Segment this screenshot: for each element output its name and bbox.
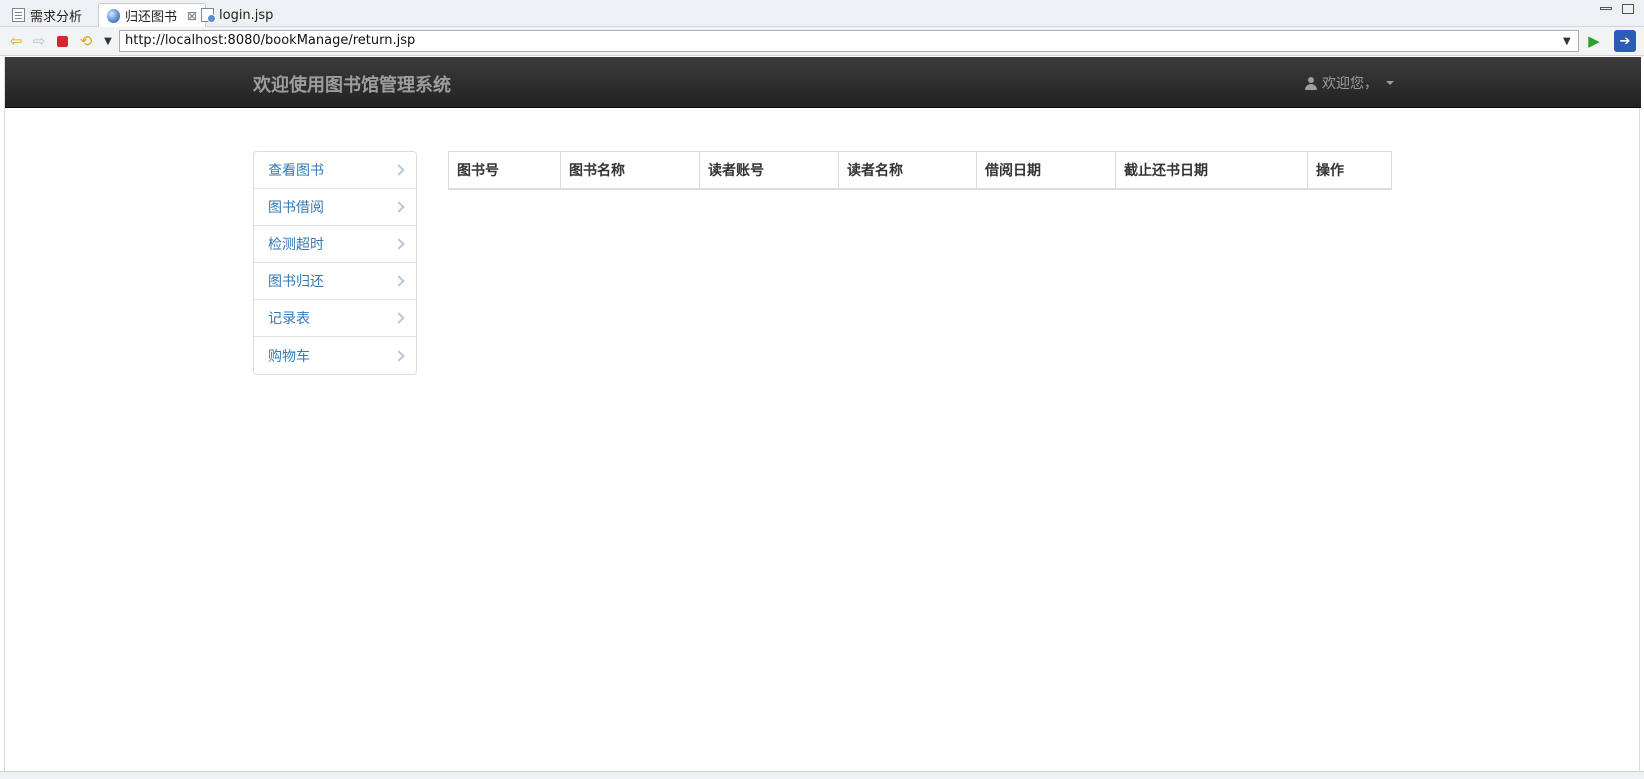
tab-label: 需求分析 [30, 9, 83, 25]
chevron-right-icon [393, 312, 405, 324]
chevron-right-icon [393, 201, 405, 213]
top-navbar: 欢迎使用图书馆管理系统 欢迎您， [5, 57, 1641, 108]
tab-label: 归还图书 [125, 10, 178, 25]
editor-tab-strip: 需求分析 归还图书 ⊠ login.jsp [0, 0, 1644, 27]
sidebar-item-records[interactable]: 记录表 [254, 300, 416, 337]
external-browser-icon[interactable]: ➔ [1614, 30, 1636, 52]
user-menu[interactable]: 欢迎您， [1305, 73, 1394, 93]
chevron-right-icon [393, 349, 405, 362]
document-icon [12, 8, 25, 22]
column-header-actions: 操作 [1307, 151, 1392, 190]
return-table: 图书号 图书名称 读者账号 读者名称 借阅日期 截止还书日期 操作 [448, 151, 1392, 190]
page-viewport: 欢迎使用图书馆管理系统 欢迎您， 查看图书 图书借阅 检测超时 图书归还 记录表… [4, 57, 1641, 771]
minimize-icon[interactable] [1600, 7, 1612, 10]
sidebar-item-check-overdue[interactable]: 检测超时 [254, 226, 416, 263]
tab-return-books[interactable]: 归还图书 ⊠ [98, 3, 207, 27]
column-header-reader-name: 读者名称 [838, 151, 977, 190]
jsp-file-icon [201, 8, 216, 23]
maximize-icon[interactable] [1622, 4, 1634, 14]
brand-title[interactable]: 欢迎使用图书馆管理系统 [253, 71, 451, 97]
sidebar-item-return-books[interactable]: 图书归还 [254, 263, 416, 300]
column-header-book-name: 图书名称 [560, 151, 700, 190]
sidebar-item-label: 记录表 [268, 311, 310, 327]
url-field[interactable]: http://localhost:8080/bookManage/return.… [119, 30, 1579, 52]
forward-arrow-icon[interactable]: ⇨ [30, 32, 48, 50]
go-icon[interactable]: ▶ [1585, 32, 1603, 50]
sidebar-item-label: 购物车 [268, 348, 310, 365]
column-header-due-date: 截止还书日期 [1115, 151, 1308, 190]
refresh-icon[interactable]: ⟲ [77, 32, 95, 50]
sidebar-item-label: 图书借阅 [268, 200, 324, 216]
sidebar-item-cart[interactable]: 购物车 [254, 337, 416, 374]
chevron-right-icon [393, 164, 405, 176]
tab-requirements[interactable]: 需求分析 [4, 3, 90, 27]
column-header-reader-account: 读者账号 [699, 151, 839, 190]
chevron-right-icon [393, 238, 405, 250]
stop-icon[interactable] [53, 32, 71, 50]
caret-down-icon [1386, 81, 1394, 85]
column-header-book-id: 图书号 [448, 151, 561, 190]
status-bar [0, 771, 1644, 779]
sidebar-menu: 查看图书 图书借阅 检测超时 图书归还 记录表 购物车 [253, 151, 417, 375]
tab-login-jsp[interactable]: login.jsp [193, 3, 281, 27]
chevron-right-icon [393, 275, 405, 287]
url-dropdown-icon[interactable]: ▼ [1563, 36, 1571, 47]
user-label: 欢迎您， [1322, 76, 1378, 92]
sidebar-item-label: 图书归还 [268, 274, 324, 290]
sidebar-item-view-books[interactable]: 查看图书 [254, 152, 416, 189]
tab-label: login.jsp [219, 7, 274, 23]
sidebar-item-label: 检测超时 [268, 237, 324, 253]
table-header-row: 图书号 图书名称 读者账号 读者名称 借阅日期 截止还书日期 操作 [448, 151, 1392, 190]
sidebar-item-borrow-books[interactable]: 图书借阅 [254, 189, 416, 226]
window-controls [1600, 4, 1634, 14]
column-header-borrow-date: 借阅日期 [976, 151, 1116, 190]
browser-toolbar: ⇦ ⇨ ⟲ ▼ http://localhost:8080/bookManage… [0, 27, 1644, 56]
sidebar-item-label: 查看图书 [268, 163, 324, 179]
back-arrow-icon[interactable]: ⇦ [7, 32, 25, 50]
user-icon [1305, 76, 1317, 90]
globe-icon [107, 8, 120, 23]
history-dropdown-icon[interactable]: ▼ [99, 32, 117, 50]
